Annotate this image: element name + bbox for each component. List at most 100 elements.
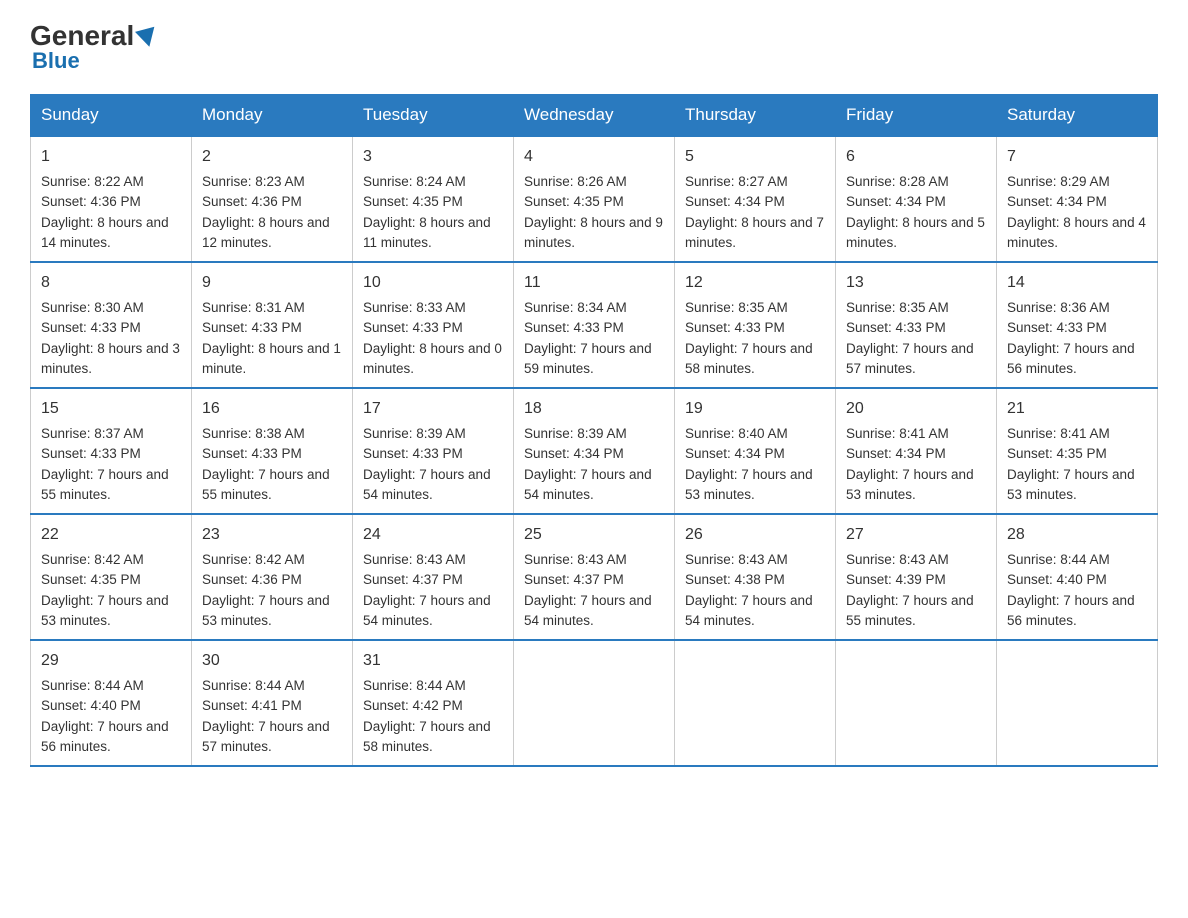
sunrise-text: Sunrise: 8:27 AM [685,174,788,189]
sunrise-text: Sunrise: 8:33 AM [363,300,466,315]
calendar-cell: 11Sunrise: 8:34 AMSunset: 4:33 PMDayligh… [514,262,675,388]
sunrise-text: Sunrise: 8:41 AM [846,426,949,441]
sunset-text: Sunset: 4:40 PM [1007,572,1107,587]
col-header-tuesday: Tuesday [353,95,514,137]
sunset-text: Sunset: 4:33 PM [202,320,302,335]
logo-triangle-icon [135,27,159,50]
sunrise-text: Sunrise: 8:39 AM [363,426,466,441]
sunrise-text: Sunrise: 8:22 AM [41,174,144,189]
calendar-cell: 29Sunrise: 8:44 AMSunset: 4:40 PMDayligh… [31,640,192,766]
day-number: 5 [685,145,825,169]
sunset-text: Sunset: 4:37 PM [524,572,624,587]
day-number: 19 [685,397,825,421]
sunrise-text: Sunrise: 8:37 AM [41,426,144,441]
day-number: 9 [202,271,342,295]
day-number: 2 [202,145,342,169]
col-header-wednesday: Wednesday [514,95,675,137]
daylight-text: Daylight: 7 hours and 59 minutes. [524,341,652,376]
sunset-text: Sunset: 4:37 PM [363,572,463,587]
day-number: 17 [363,397,503,421]
day-number: 25 [524,523,664,547]
daylight-text: Daylight: 8 hours and 9 minutes. [524,215,663,250]
daylight-text: Daylight: 7 hours and 55 minutes. [41,467,169,502]
day-number: 14 [1007,271,1147,295]
sunrise-text: Sunrise: 8:24 AM [363,174,466,189]
daylight-text: Daylight: 7 hours and 53 minutes. [1007,467,1135,502]
sunset-text: Sunset: 4:34 PM [685,446,785,461]
daylight-text: Daylight: 8 hours and 12 minutes. [202,215,330,250]
sunrise-text: Sunrise: 8:42 AM [41,552,144,567]
daylight-text: Daylight: 7 hours and 57 minutes. [846,341,974,376]
daylight-text: Daylight: 7 hours and 57 minutes. [202,719,330,754]
sunset-text: Sunset: 4:40 PM [41,698,141,713]
calendar-cell: 13Sunrise: 8:35 AMSunset: 4:33 PMDayligh… [836,262,997,388]
sunset-text: Sunset: 4:35 PM [41,572,141,587]
daylight-text: Daylight: 7 hours and 53 minutes. [41,593,169,628]
sunrise-text: Sunrise: 8:29 AM [1007,174,1110,189]
calendar-cell: 6Sunrise: 8:28 AMSunset: 4:34 PMDaylight… [836,136,997,262]
sunset-text: Sunset: 4:36 PM [202,572,302,587]
daylight-text: Daylight: 7 hours and 58 minutes. [363,719,491,754]
col-header-monday: Monday [192,95,353,137]
calendar-cell: 1Sunrise: 8:22 AMSunset: 4:36 PMDaylight… [31,136,192,262]
sunrise-text: Sunrise: 8:23 AM [202,174,305,189]
sunset-text: Sunset: 4:33 PM [202,446,302,461]
sunrise-text: Sunrise: 8:39 AM [524,426,627,441]
sunset-text: Sunset: 4:42 PM [363,698,463,713]
daylight-text: Daylight: 8 hours and 14 minutes. [41,215,169,250]
day-number: 26 [685,523,825,547]
calendar-cell [997,640,1158,766]
sunrise-text: Sunrise: 8:44 AM [1007,552,1110,567]
col-header-friday: Friday [836,95,997,137]
calendar-cell: 25Sunrise: 8:43 AMSunset: 4:37 PMDayligh… [514,514,675,640]
calendar-cell: 20Sunrise: 8:41 AMSunset: 4:34 PMDayligh… [836,388,997,514]
sunrise-text: Sunrise: 8:43 AM [685,552,788,567]
col-header-thursday: Thursday [675,95,836,137]
sunrise-text: Sunrise: 8:43 AM [363,552,466,567]
calendar-cell: 24Sunrise: 8:43 AMSunset: 4:37 PMDayligh… [353,514,514,640]
calendar-cell: 12Sunrise: 8:35 AMSunset: 4:33 PMDayligh… [675,262,836,388]
daylight-text: Daylight: 7 hours and 53 minutes. [846,467,974,502]
sunrise-text: Sunrise: 8:41 AM [1007,426,1110,441]
day-number: 15 [41,397,181,421]
daylight-text: Daylight: 7 hours and 54 minutes. [363,467,491,502]
sunset-text: Sunset: 4:33 PM [846,320,946,335]
sunrise-text: Sunrise: 8:28 AM [846,174,949,189]
col-header-saturday: Saturday [997,95,1158,137]
sunset-text: Sunset: 4:41 PM [202,698,302,713]
sunrise-text: Sunrise: 8:40 AM [685,426,788,441]
sunrise-text: Sunrise: 8:44 AM [202,678,305,693]
daylight-text: Daylight: 8 hours and 0 minutes. [363,341,502,376]
calendar-cell: 3Sunrise: 8:24 AMSunset: 4:35 PMDaylight… [353,136,514,262]
day-number: 18 [524,397,664,421]
daylight-text: Daylight: 7 hours and 56 minutes. [41,719,169,754]
sunset-text: Sunset: 4:34 PM [1007,194,1107,209]
calendar-cell: 23Sunrise: 8:42 AMSunset: 4:36 PMDayligh… [192,514,353,640]
sunset-text: Sunset: 4:38 PM [685,572,785,587]
day-number: 23 [202,523,342,547]
sunset-text: Sunset: 4:35 PM [1007,446,1107,461]
calendar-cell [675,640,836,766]
daylight-text: Daylight: 8 hours and 1 minute. [202,341,341,376]
calendar-week-row: 15 Sunrise: 8:37 AM Sunset: 4:33 PM Dayligh… [31,388,1158,514]
day-number: 4 [524,145,664,169]
sunset-text: Sunset: 4:34 PM [846,446,946,461]
day-number: 21 [1007,397,1147,421]
sunset-text: Sunset: 4:33 PM [363,320,463,335]
day-number: 7 [1007,145,1147,169]
day-number: 24 [363,523,503,547]
calendar-cell: 2Sunrise: 8:23 AMSunset: 4:36 PMDaylight… [192,136,353,262]
daylight-text: Daylight: 7 hours and 53 minutes. [202,593,330,628]
calendar-week-row: 29Sunrise: 8:44 AMSunset: 4:40 PMDayligh… [31,640,1158,766]
sunset-text: Sunset: 4:35 PM [363,194,463,209]
calendar-cell: 9Sunrise: 8:31 AMSunset: 4:33 PMDaylight… [192,262,353,388]
calendar-table: SundayMondayTuesdayWednesdayThursdayFrid… [30,94,1158,767]
sunset-text: Sunset: 4:35 PM [524,194,624,209]
calendar-cell: 16Sunrise: 8:38 AMSunset: 4:33 PMDayligh… [192,388,353,514]
sunrise-text: Sunrise: 8:26 AM [524,174,627,189]
calendar-cell: 15Sunrise: 8:37 AMSunset: 4:33 PMDayligh… [31,388,192,514]
sunrise-text: Sunrise: 8:35 AM [685,300,788,315]
calendar-cell: 14Sunrise: 8:36 AMSunset: 4:33 PMDayligh… [997,262,1158,388]
daylight-text: Daylight: 8 hours and 4 minutes. [1007,215,1146,250]
sunrise-text: Sunrise: 8:44 AM [363,678,466,693]
